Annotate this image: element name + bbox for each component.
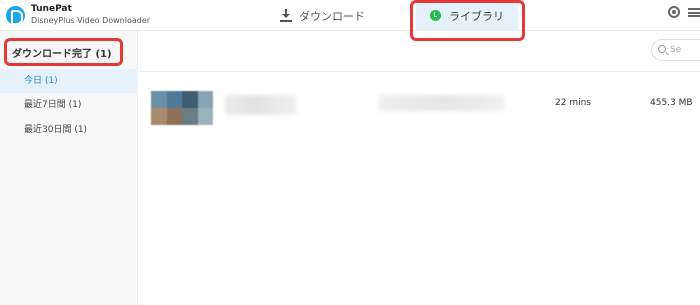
sidebar-item-last-7-days[interactable]: 最近7日間 (1) (0, 93, 138, 117)
tab-download-label: ダウンロード (299, 9, 365, 23)
video-row[interactable]: 22 mins 455.3 MB (139, 85, 700, 127)
sidebar-item-today[interactable]: 今日 (1) (0, 69, 138, 93)
tab-download[interactable]: ダウンロード (280, 0, 365, 31)
download-icon (280, 9, 292, 22)
sidebar-item-last-30-days[interactable]: 最近30日間 (1) (0, 118, 138, 142)
video-meta-blurred (379, 95, 505, 111)
video-title-blurred (225, 95, 297, 115)
video-duration: 22 mins (555, 98, 591, 108)
title-bar: TunePat DisneyPlus Video Downloader ダウンロ… (0, 0, 700, 31)
menu-icon[interactable] (688, 8, 700, 17)
app-name: TunePat (31, 4, 72, 14)
app-logo-icon (6, 6, 25, 25)
clock-icon (430, 10, 441, 21)
video-size: 455.3 MB (650, 98, 693, 108)
gear-icon[interactable] (668, 6, 680, 18)
tab-library[interactable]: ライブラリ (416, 0, 518, 31)
sidebar-title: ダウンロード完了 (1) (12, 49, 112, 60)
app-subtitle: DisneyPlus Video Downloader (31, 16, 151, 25)
search-input[interactable]: Se (651, 39, 700, 61)
sidebar: ダウンロード完了 (1) 今日 (1) 最近7日間 (1) 最近30日間 (1) (0, 31, 138, 305)
tab-library-label: ライブラリ (449, 9, 504, 23)
video-thumbnail (151, 91, 213, 125)
search-icon (658, 45, 666, 53)
divider (139, 71, 700, 72)
search-placeholder: Se (670, 45, 682, 55)
